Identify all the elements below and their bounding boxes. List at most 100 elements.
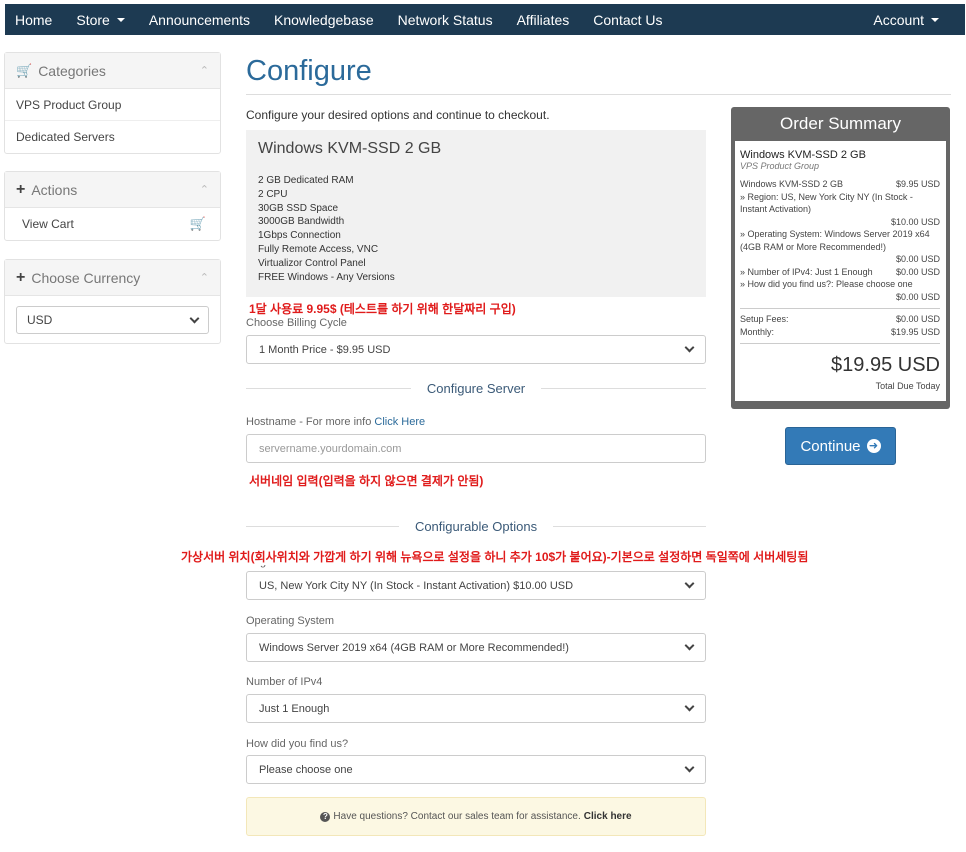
continue-button[interactable]: Continue ➜ [785,427,896,465]
product-info-box: Windows KVM-SSD 2 GB 2 GB Dedicated RAM … [246,130,706,297]
chevron-down-icon [684,640,695,651]
shopping-cart-icon: 🛒 [16,62,33,78]
configurable-options-heading: Configurable Options [246,519,707,534]
nav-home[interactable]: Home [5,4,64,35]
summary-total-due-label: Total Due Today [875,381,940,391]
billing-annotation: 1달 사용료 9.95$ (테스트를 하기 위해 한달짜리 구입) [249,302,516,316]
region-annotation: 가상서버 위치(회사위치와 가깝게 하기 위해 뉴욕으로 설정을 하니 추가 1… [181,548,809,565]
nav-announcements[interactable]: Announcements [137,4,262,35]
summary-line: » Number of IPv4: Just 1 Enough $0.00 US… [740,266,940,279]
nav-store[interactable]: Store [64,4,136,35]
nav-knowledgebase[interactable]: Knowledgebase [262,4,386,35]
summary-divider [740,308,940,309]
question-circle-icon: ? [320,811,331,822]
spec-item: Virtualizor Control Panel [258,257,366,269]
summary-region-price: $10.00 USD [890,216,940,227]
actions-panel: + Actions ⌃ View Cart 🛒 [4,171,221,241]
chevron-up-icon[interactable]: ⌃ [200,183,209,196]
order-summary-title: Order Summary [780,114,901,133]
categories-title: Categories [38,62,106,79]
summary-ipv4-price: $0.00 USD [895,266,940,277]
hostname-info-link[interactable]: Click Here [374,416,425,428]
title-divider [246,94,951,95]
summary-ipv4-note: » Number of IPv4: Just 1 Enough [740,266,873,277]
currency-select[interactable]: USD [16,306,209,334]
currency-title: Choose Currency [31,269,141,286]
nav-store-label: Store [76,11,110,28]
ipv4-label: Number of IPv4 [246,676,323,688]
ipv4-select[interactable]: Just 1 Enough [246,694,706,723]
currency-value: USD [27,313,53,327]
help-text: Have questions? Contact our sales team f… [333,811,581,822]
configure-server-title: Configure Server [426,381,526,396]
view-cart-label: View Cart [22,217,74,231]
chevron-down-icon [684,342,695,353]
region-value: US, New York City NY (In Stock - Instant… [259,579,574,592]
chevron-up-icon[interactable]: ⌃ [200,271,209,284]
spec-item: 2 GB Dedicated RAM [258,175,354,186]
summary-line: Monthly: $19.95 USD [740,326,940,339]
summary-base-label: Windows KVM-SSD 2 GB [740,179,844,189]
actions-title: Actions [31,181,78,198]
order-summary-body: Windows KVM-SSD 2 GB VPS Product Group W… [735,141,946,401]
category-item-vps[interactable]: VPS Product Group [5,89,220,121]
os-label: Operating System [246,615,335,627]
billing-cycle-select[interactable]: 1 Month Price - $9.95 USD [246,335,706,364]
top-navbar: Home Store Announcements Knowledgebase N… [5,4,965,35]
spec-item: Fully Remote Access, VNC [258,243,379,255]
configure-server-heading: Configure Server [246,381,706,396]
nav-contact[interactable]: Contact Us [581,4,674,35]
summary-setup-label: Setup Fees: [740,314,789,324]
spec-item: FREE Windows - Any Versions [258,271,395,283]
ipv4-value: Just 1 Enough [259,702,330,715]
product-name: Windows KVM-SSD 2 GB [258,140,442,157]
configurable-options-title: Configurable Options [414,519,538,534]
category-item-dedicated[interactable]: Dedicated Servers [5,121,220,153]
hostname-input[interactable]: servername.yourdomain.com [246,434,706,463]
categories-header[interactable]: 🛒 Categories ⌃ [5,53,220,89]
chevron-up-icon[interactable]: ⌃ [200,64,209,77]
spec-item: 30GB SSD Space [258,202,339,214]
plus-icon: + [16,268,26,286]
os-select[interactable]: Windows Server 2019 x64 (4GB RAM or More… [246,633,706,662]
summary-total: $19.95 USD [831,354,940,376]
summary-line: Setup Fees: $0.00 USD [740,313,940,326]
find-us-select[interactable]: Please choose one [246,755,706,784]
summary-setup-value: $0.00 USD [895,314,940,324]
chevron-down-icon [189,313,200,323]
currency-header[interactable]: + Choose Currency ⌃ [5,260,220,296]
continue-label: Continue [800,437,861,455]
summary-product-group: VPS Product Group [740,161,820,171]
summary-find-price: $0.00 USD [895,291,940,302]
chevron-down-icon [684,762,695,773]
summary-os-price: $0.00 USD [895,254,940,264]
nav-affiliates[interactable]: Affiliates [505,4,582,35]
summary-monthly-value: $19.95 USD [890,326,940,337]
spec-item: 3000GB Bandwidth [258,216,345,228]
hostname-label: Hostname - For more info Click Here [246,416,425,428]
categories-panel: 🛒 Categories ⌃ VPS Product Group Dedicat… [4,52,221,154]
currency-panel: + Choose Currency ⌃ USD [4,259,221,344]
page-title: Configure [246,55,372,87]
hostname-placeholder: servername.yourdomain.com [259,442,402,455]
region-select[interactable]: US, New York City NY (In Stock - Instant… [246,571,706,600]
chevron-down-icon [684,701,695,712]
summary-find-note: » How did you find us?: Please choose on… [740,279,913,289]
arrow-right-circle-icon: ➜ [866,439,881,453]
actions-header[interactable]: + Actions ⌃ [5,172,220,208]
billing-cycle-value: 1 Month Price - $9.95 USD [259,343,391,356]
summary-base-price: $9.95 USD [895,179,940,189]
hostname-annotation: 서버네임 입력(입력을 하지 않으면 결제가 안됨) [249,474,484,488]
view-cart-link[interactable]: View Cart 🛒 [5,208,220,240]
help-link[interactable]: Click here [584,811,632,822]
cart-icon: 🛒 [189,216,206,231]
nav-network-status[interactable]: Network Status [386,4,505,35]
order-summary: Order Summary Windows KVM-SSD 2 GB VPS P… [731,107,950,409]
summary-line: Windows KVM-SSD 2 GB $9.95 USD [740,178,940,191]
spec-item: 1Gbps Connection [258,230,341,242]
summary-product-name: Windows KVM-SSD 2 GB [740,149,866,161]
nav-account[interactable]: Account [861,4,965,35]
caret-down-icon [931,17,939,22]
summary-monthly-label: Monthly: [740,326,775,337]
summary-region-note: » Region: US, New York City NY (In Stock… [740,191,913,215]
